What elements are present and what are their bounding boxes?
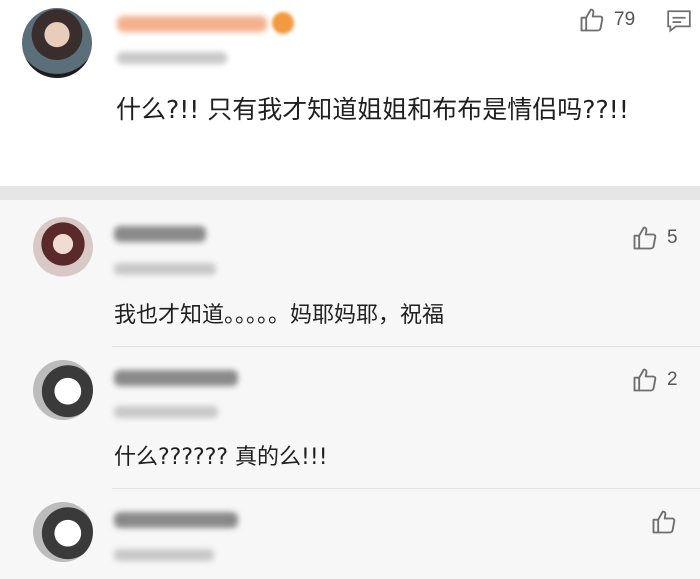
like-button[interactable]: 5 [631,224,678,252]
reply-text: 什么?????? 真的么!!! [114,445,328,470]
username-blurred[interactable] [114,370,238,386]
reply-list: 5 我也才知道。。。。。妈耶妈耶，祝福 2 什么?????? 真的么!!! [0,200,700,579]
reply-icon[interactable] [666,9,692,33]
like-count: 79 [614,9,636,30]
thumbs-up-icon [633,226,657,250]
avatar[interactable] [22,8,92,78]
thumbs-up-icon [633,368,657,392]
username-blurred[interactable] [117,16,267,32]
avatar[interactable] [33,360,93,420]
reply-text: 我也才知道。。。。。妈耶妈耶，祝福 [114,303,445,328]
vip-badge-icon [272,12,294,34]
timestamp-blurred [114,549,214,561]
reply-separator [112,346,700,347]
main-comment: 79 什么?!! 只有我才知道姐姐和布布是情侣吗??!! [0,0,700,186]
thumbs-up-icon [580,8,604,32]
like-button[interactable]: 2 [631,366,678,394]
reply-separator [112,488,700,489]
avatar[interactable] [33,502,93,562]
thumbs-up-icon [652,510,676,534]
avatar[interactable] [33,217,93,277]
section-divider [0,186,700,200]
like-count: 5 [667,227,678,248]
timestamp-blurred [117,52,227,64]
like-button[interactable] [650,508,686,536]
like-count: 2 [667,369,678,390]
timestamp-blurred [114,263,216,275]
comment-text: 什么?!! 只有我才知道姐姐和布布是情侣吗??!! [116,95,629,124]
like-button[interactable]: 79 [578,6,635,34]
username-blurred[interactable] [114,512,238,528]
timestamp-blurred [114,406,218,418]
username-blurred[interactable] [114,226,206,242]
